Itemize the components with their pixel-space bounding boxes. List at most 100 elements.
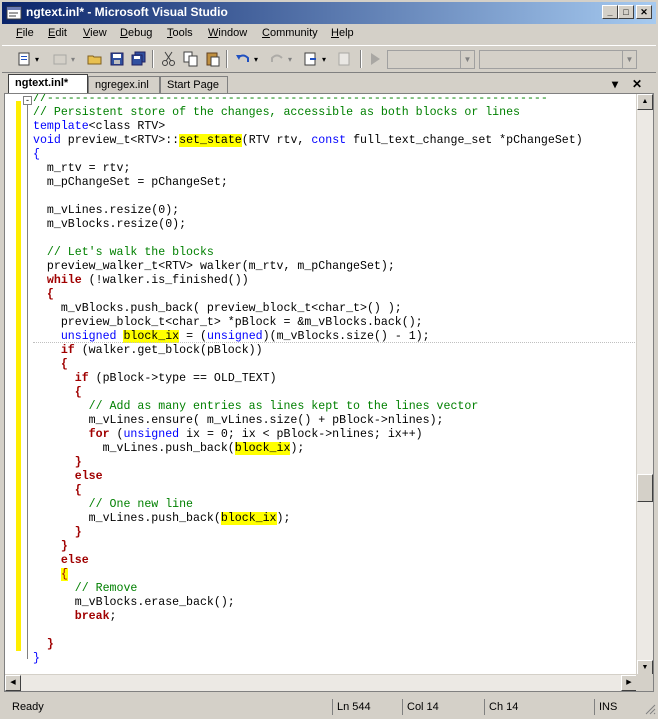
code-line: while (!walker.is_finished()) xyxy=(33,274,249,287)
new-project-icon[interactable] xyxy=(16,50,34,68)
scroll-up-icon[interactable]: ▲ xyxy=(637,94,653,110)
code-line: } xyxy=(33,638,54,651)
navigate-dropdown-icon[interactable]: ▾ xyxy=(322,55,326,64)
code-line: } xyxy=(33,540,68,553)
scroll-right-icon[interactable]: ▶ xyxy=(621,675,637,691)
toolbar-separator xyxy=(226,50,228,68)
standard-toolbar: ▾ ▾ ▾ ▾ ▾ ▼ ▼ xyxy=(2,45,656,73)
visual-studio-icon xyxy=(6,6,22,20)
status-insert-mode: INS xyxy=(594,699,642,715)
horizontal-scrollbar[interactable]: ◀ ▶ xyxy=(5,674,637,691)
document-tab-strip: ngtext.inl* ngregex.inl Start Page ▾ ✕ xyxy=(2,74,656,94)
redo-icon[interactable] xyxy=(268,50,286,68)
close-window-button[interactable]: ✕ xyxy=(636,5,652,19)
reference-highlight: block_ix xyxy=(220,512,277,525)
undo-dropdown-icon[interactable]: ▾ xyxy=(254,55,258,64)
code-line: // Let's walk the blocks xyxy=(33,246,214,259)
tab-list-dropdown-icon[interactable]: ▾ xyxy=(612,77,618,91)
new-project-dropdown-icon[interactable]: ▾ xyxy=(35,55,39,64)
code-line: if (pBlock->type == OLD_TEXT) xyxy=(33,372,277,385)
close-document-icon[interactable]: ✕ xyxy=(632,77,642,91)
redo-dropdown-icon[interactable]: ▾ xyxy=(288,55,292,64)
brace-match-highlight: { xyxy=(60,568,68,581)
maximize-button[interactable]: □ xyxy=(618,5,634,19)
code-line: // Remove xyxy=(33,582,138,595)
code-editor[interactable]: - //------------------------------------… xyxy=(4,93,654,692)
menu-tools[interactable]: Tools xyxy=(167,27,193,39)
title-bar: ngtext.inl* - Microsoft Visual Studio _ … xyxy=(0,0,658,24)
menu-debug[interactable]: Debug xyxy=(120,27,152,39)
navigate-backward-icon[interactable] xyxy=(302,50,320,68)
paste-icon[interactable] xyxy=(204,50,222,68)
code-line: m_vLines.resize(0); xyxy=(33,204,180,217)
code-line: { xyxy=(33,148,40,161)
undo-icon[interactable] xyxy=(234,50,252,68)
code-line: void preview_t<RTV>::set_state(RTV rtv, … xyxy=(33,134,583,147)
code-line: m_vBlocks.resize(0); xyxy=(33,218,187,231)
status-character: Ch 14 xyxy=(484,699,592,715)
code-line: { xyxy=(33,484,82,497)
change-tracking-bar xyxy=(16,101,21,651)
cut-icon[interactable] xyxy=(160,50,178,68)
resize-grip-icon[interactable] xyxy=(644,703,656,715)
navigate-forward-icon[interactable] xyxy=(336,50,354,68)
code-line: else xyxy=(33,470,103,483)
code-line: } xyxy=(33,526,82,539)
menu-file[interactable]: File xyxy=(16,27,34,39)
scrollbar-corner xyxy=(636,674,653,691)
save-all-icon[interactable] xyxy=(130,50,148,68)
outline-guide xyxy=(27,108,28,659)
code-line: m_rtv = rtv; xyxy=(33,162,131,175)
chevron-down-icon: ▼ xyxy=(460,51,474,68)
tab-ngtext-inl[interactable]: ngtext.inl* xyxy=(8,74,88,94)
add-item-icon[interactable] xyxy=(52,50,70,68)
tab-start-page[interactable]: Start Page xyxy=(160,76,228,94)
code-line: m_vLines.ensure( m_vLines.size() + pBloc… xyxy=(33,414,444,427)
collapse-outline-icon[interactable]: - xyxy=(23,96,32,105)
code-line: { xyxy=(33,568,68,582)
function-name-highlight: set_state xyxy=(179,134,242,147)
solution-platform-combo[interactable]: ▼ xyxy=(479,50,637,69)
tab-ngregex-inl[interactable]: ngregex.inl xyxy=(88,76,160,94)
code-line: // Persistent store of the changes, acce… xyxy=(33,106,521,119)
code-line: preview_walker_t<RTV> walker(m_rtv, m_pC… xyxy=(33,260,395,273)
reference-highlight: block_ix xyxy=(234,442,291,455)
menu-community[interactable]: Community xyxy=(262,27,318,39)
code-line: for (unsigned ix = 0; ix < pBlock->nline… xyxy=(33,428,423,441)
code-line: m_vBlocks.push_back( preview_block_t<cha… xyxy=(33,302,402,315)
add-item-dropdown-icon[interactable]: ▾ xyxy=(71,55,75,64)
code-line: //--------------------------------------… xyxy=(33,93,548,105)
copy-icon[interactable] xyxy=(182,50,200,68)
code-line: { xyxy=(33,386,82,399)
menu-edit[interactable]: Edit xyxy=(48,27,67,39)
editor-margin: - xyxy=(5,94,32,676)
open-folder-icon[interactable] xyxy=(86,50,104,68)
code-line: } xyxy=(33,456,82,469)
code-line: // Add as many entries as lines kept to … xyxy=(33,400,479,413)
code-line: break; xyxy=(33,610,117,623)
code-line: template<class RTV> xyxy=(33,120,166,133)
status-text: Ready xyxy=(12,701,44,713)
vertical-scrollbar[interactable]: ▲ ▼ xyxy=(636,94,653,676)
window-title: ngtext.inl* - Microsoft Visual Studio xyxy=(26,5,228,19)
save-icon[interactable] xyxy=(108,50,126,68)
menu-bar: File Edit View Debug Tools Window Commun… xyxy=(2,24,656,44)
status-line: Ln 544 xyxy=(332,699,402,715)
scroll-left-icon[interactable]: ◀ xyxy=(5,675,21,691)
chevron-down-icon: ▼ xyxy=(622,51,636,68)
toolbar-separator xyxy=(360,50,362,68)
menu-view[interactable]: View xyxy=(83,27,107,39)
code-line: if (walker.get_block(pBlock)) xyxy=(33,344,263,357)
menu-help[interactable]: Help xyxy=(331,27,354,39)
code-line: { xyxy=(33,288,54,301)
code-line: preview_block_t<char_t> *pBlock = &m_vBl… xyxy=(33,316,423,329)
solution-configuration-combo[interactable]: ▼ xyxy=(387,50,475,69)
start-debugging-icon[interactable] xyxy=(366,50,384,68)
vertical-scroll-thumb[interactable] xyxy=(637,474,653,502)
code-line: m_vBlocks.erase_back(); xyxy=(33,596,235,609)
code-text[interactable]: //--------------------------------------… xyxy=(33,94,635,676)
minimize-button[interactable]: _ xyxy=(602,5,618,19)
code-line: m_vLines.push_back(block_ix); xyxy=(33,512,291,525)
menu-window[interactable]: Window xyxy=(208,27,247,39)
current-line-indicator xyxy=(33,342,635,343)
